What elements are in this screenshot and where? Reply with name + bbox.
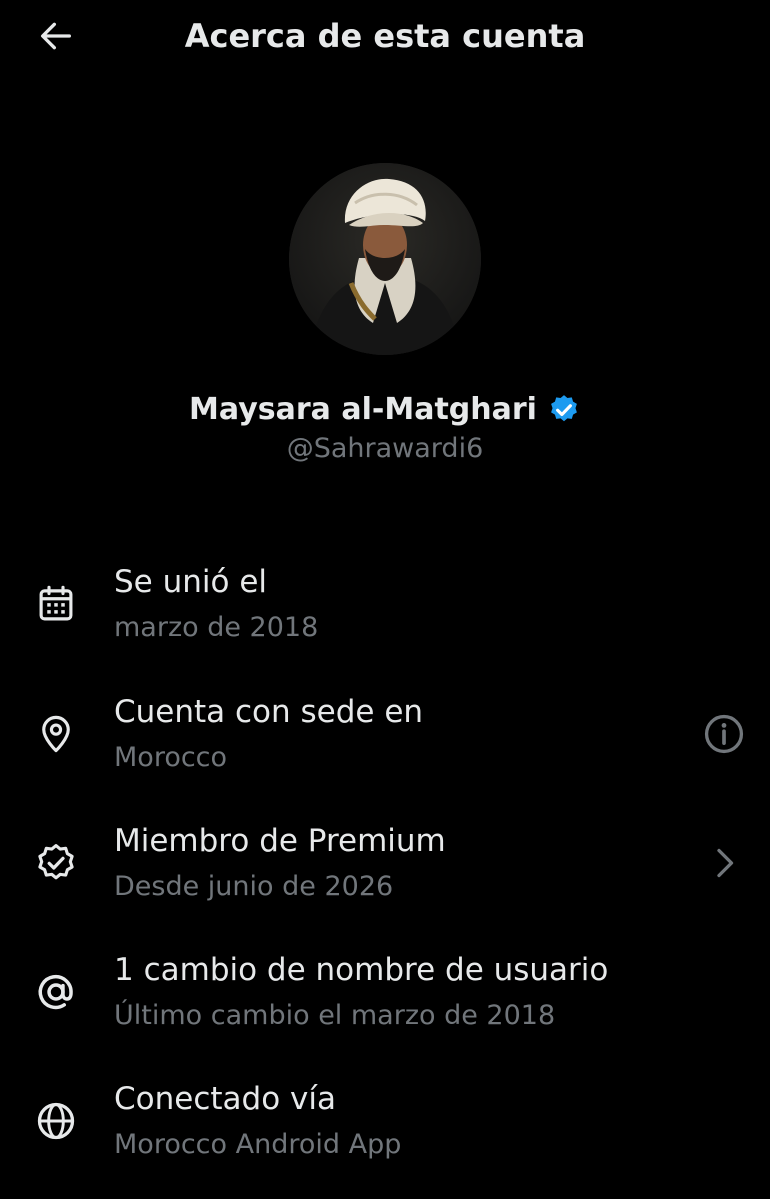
verified-badge-icon: [547, 393, 581, 427]
profile-name: Maysara al-Matghari: [189, 392, 537, 427]
detail-primary-text: Se unió el: [114, 564, 268, 600]
detail-row-premium[interactable]: Miembro de Premium Desde junio de 2026: [0, 819, 770, 929]
profile-name-row: Maysara al-Matghari: [0, 390, 770, 430]
detail-row-connected-via: Conectado vía Morocco Android App: [0, 1077, 770, 1187]
detail-secondary-text: Desde junio de 2026: [114, 871, 394, 902]
avatar[interactable]: [289, 163, 481, 355]
detail-secondary-text: marzo de 2018: [114, 612, 319, 643]
profile-handle: @Sahrawardi6: [286, 433, 484, 464]
detail-primary-text: 1 cambio de nombre de usuario: [114, 952, 609, 988]
location-pin-icon: [30, 708, 82, 760]
detail-row-location: Cuenta con sede en Morocco: [0, 690, 770, 800]
page-title: Acerca de esta cuenta: [184, 17, 586, 55]
chevron-right-icon[interactable]: [700, 839, 748, 887]
detail-secondary-text: Último cambio el marzo de 2018: [114, 1000, 556, 1031]
detail-primary-text: Cuenta con sede en: [114, 694, 424, 730]
at-sign-icon: [30, 966, 82, 1018]
premium-badge-icon: [30, 837, 82, 889]
detail-primary-text: Conectado vía: [114, 1081, 336, 1117]
detail-primary-text: Miembro de Premium: [114, 823, 446, 859]
calendar-icon: [30, 578, 82, 630]
top-bar: Acerca de esta cuenta: [0, 0, 770, 76]
detail-secondary-text: Morocco: [114, 742, 228, 773]
globe-icon: [30, 1095, 82, 1147]
detail-row-joined: Se unió el marzo de 2018: [0, 560, 770, 670]
detail-row-username-changes: 1 cambio de nombre de usuario Último cam…: [0, 948, 770, 1058]
detail-secondary-text: Morocco Android App: [114, 1129, 402, 1160]
info-icon[interactable]: [700, 710, 748, 758]
